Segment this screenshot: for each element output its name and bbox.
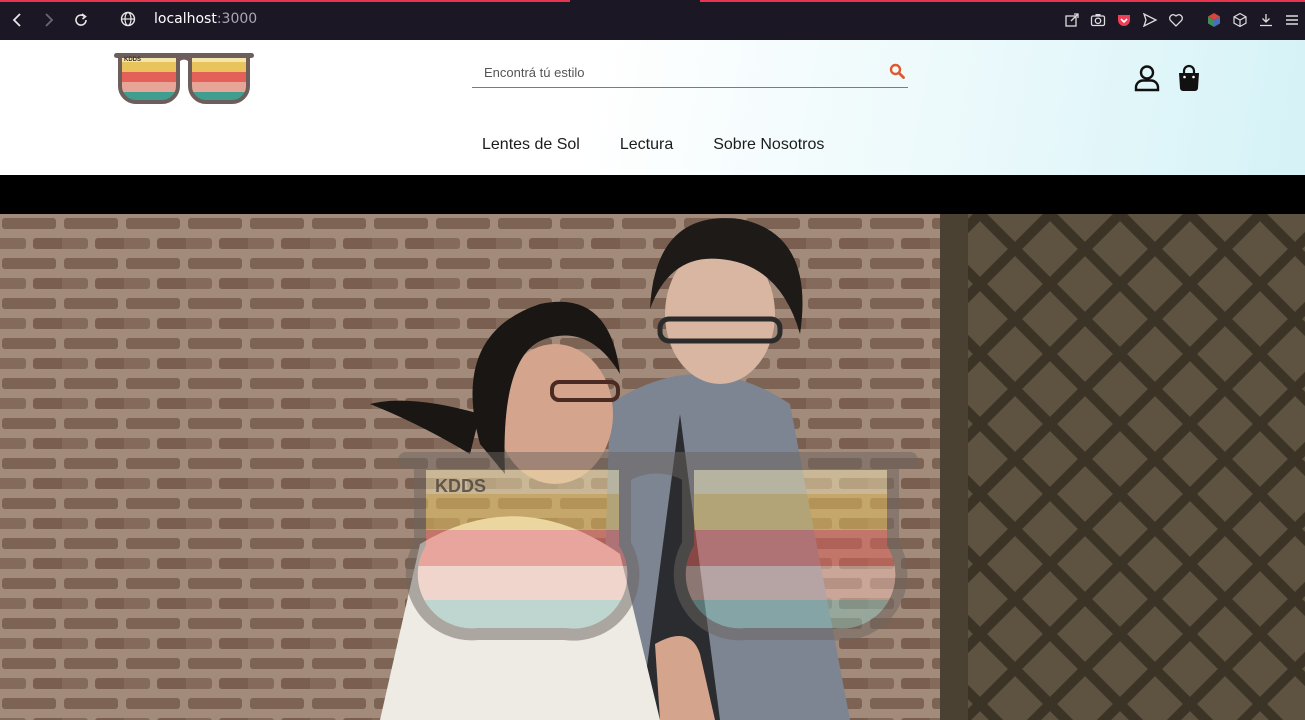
browser-tools [1059,0,1305,40]
menu-icon [1286,15,1298,25]
sunglasses-logo-icon: KDDS [114,53,254,104]
pocket-button[interactable] [1111,0,1137,40]
account-button[interactable] [1134,64,1160,92]
cart-button[interactable] [1176,64,1202,92]
search-bar [472,58,908,88]
menu-item-sobre-nosotros[interactable]: Sobre Nosotros [713,136,824,154]
hero-top-band [0,175,1305,214]
send-icon [1142,12,1158,28]
address-bar[interactable]: localhost:3000 [154,11,257,27]
app-menu-button[interactable] [1279,0,1305,40]
pocket-icon [1118,15,1130,26]
shopping-bag-icon [1179,64,1199,91]
forward-button[interactable] [38,10,60,30]
hero-video: KDDS [0,214,1305,720]
logo-text: KDDS [124,57,141,63]
cube-icon [1233,12,1247,28]
globe-icon [120,11,136,27]
menu-item-lentes-de-sol[interactable]: Lentes de Sol [482,136,580,154]
camera-icon [1090,14,1106,27]
share-button[interactable] [1059,0,1085,40]
hero-scene: KDDS [0,214,1305,720]
search-icon [889,63,905,79]
logo-link[interactable]: KDDS [112,48,256,106]
back-icon [12,13,21,27]
user-icon [1134,65,1160,92]
watermark-text: KDDS [435,476,486,496]
search-input[interactable] [472,58,872,86]
reload-button[interactable] [70,10,92,30]
cube-button[interactable] [1227,0,1253,40]
reload-icon [75,13,87,26]
download-button[interactable] [1253,0,1279,40]
download-icon [1260,14,1272,27]
menu-item-lectura[interactable]: Lectura [620,136,673,154]
site-info-button[interactable] [119,10,139,30]
url-host: localhost [154,11,217,27]
share-icon [1065,13,1079,27]
heart-icon [1169,14,1183,27]
favorite-button[interactable] [1163,0,1189,40]
site-header: KDDS Lentes de Sol Lectura Sobre Nosotro… [0,40,1305,175]
url-port: :3000 [216,11,258,27]
screenshot-button[interactable] [1085,0,1111,40]
extension-button[interactable] [1201,0,1227,40]
send-button[interactable] [1137,0,1163,40]
main-menu: Lentes de Sol Lectura Sobre Nosotros [482,136,824,154]
forward-icon [45,13,54,27]
loading-bar [0,0,570,2]
search-button[interactable] [886,60,908,82]
back-button[interactable] [6,10,28,30]
extension-icon [1208,13,1220,27]
browser-toolbar: localhost:3000 [0,0,1305,40]
